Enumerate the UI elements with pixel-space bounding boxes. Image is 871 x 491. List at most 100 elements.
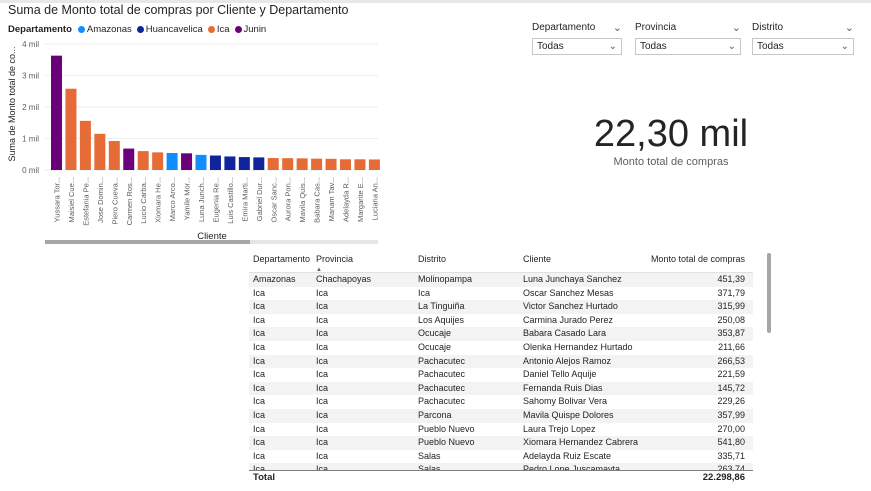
x-tick-label: Yamile Mor...	[183, 177, 192, 220]
cell-distrito: Salas	[418, 450, 441, 461]
cell-monto: 357,99	[717, 409, 745, 420]
slicer-dropdown-distrito[interactable]: Todas ⌄	[752, 38, 854, 55]
bar-4[interactable]	[94, 133, 106, 170]
cell-departamento: Ica	[253, 328, 266, 339]
table-row[interactable]: Ica Ica Parcona Mavila Quispe Dolores 357,99	[249, 408, 753, 423]
column-header-monto[interactable]: Monto total de compras	[643, 250, 745, 272]
legend-label: Junin	[243, 24, 267, 35]
cell-distrito: Ocucaje	[418, 328, 452, 339]
bar-16[interactable]	[267, 158, 279, 170]
slicer-label: Departamento	[532, 21, 596, 33]
cell-departamento: Ica	[253, 409, 266, 420]
column-header-distrito[interactable]: Distrito	[418, 250, 523, 272]
cell-cliente: Adelayda Ruiz Escate	[523, 450, 612, 461]
table-row[interactable]: Ica Ica Pachacutec Sahomy Bolivar Vera 229,2…	[249, 395, 753, 409]
legend-dot	[234, 26, 242, 33]
bar-3[interactable]	[79, 120, 91, 170]
cell-monto: 315,99	[717, 301, 745, 312]
cell-monto: 541,80	[717, 437, 745, 448]
bar-13[interactable]	[224, 156, 236, 170]
bar-14[interactable]	[238, 157, 250, 170]
cell-monto: 371,79	[717, 287, 745, 298]
bar-21[interactable]	[340, 159, 351, 170]
bar-6[interactable]	[123, 148, 135, 170]
x-tick-label: Maisiel Cue...	[67, 177, 76, 222]
cell-provincia: Chachapoyas	[316, 274, 372, 284]
table-row[interactable]: Ica Ica Los Aquijes Carmina Jurado Perez 250…	[249, 314, 753, 328]
bar-20[interactable]	[325, 158, 337, 170]
bar-7[interactable]	[137, 151, 149, 170]
bar-18[interactable]	[296, 158, 308, 170]
bar-10[interactable]	[181, 153, 193, 170]
cell-provincia: Ica	[316, 423, 329, 434]
legend-item-ica[interactable]: Ica	[207, 24, 230, 35]
cell-cliente: Antonio Alejos Ramoz	[523, 355, 612, 366]
slicer-label: Provincia	[635, 21, 677, 33]
chevron-down-icon[interactable]: ⌄	[732, 21, 741, 34]
chart-scrollbar-thumb[interactable]	[45, 240, 250, 244]
bar-23[interactable]	[368, 159, 380, 170]
cell-departamento: Ica	[253, 437, 266, 448]
x-tick-label: Eugenia Re...	[211, 177, 220, 222]
cell-departamento: Ica	[253, 355, 266, 366]
y-tick-label: 4 mil	[22, 40, 39, 49]
table-scrollbar-thumb[interactable]	[767, 253, 771, 333]
bar-2[interactable]	[65, 88, 77, 170]
table-row[interactable]: Ica Ica Pueblo Nuevo Laura Trejo Lopez 270,0…	[249, 423, 753, 437]
table-row[interactable]: Ica Ica Pachacutec Fernanda Ruis Dias 145,72	[249, 381, 753, 396]
slicer-value: Todas	[757, 41, 784, 52]
bar-15[interactable]	[253, 157, 265, 170]
slicer-header: Departamento ⌄	[532, 18, 622, 36]
bar-22[interactable]	[354, 159, 366, 170]
slicer-dropdown-departamento[interactable]: Todas ⌄	[532, 38, 622, 55]
bar-1[interactable]	[51, 55, 62, 170]
bar-19[interactable]	[311, 158, 323, 170]
table-row[interactable]: Ica Ica Ocucaje Olenka Hernandez Hurtado 211…	[249, 341, 753, 355]
cell-monto: 266,53	[717, 355, 745, 366]
kpi-label: Monto total de compras	[613, 156, 729, 168]
x-tick-label: Manam Tav...	[327, 177, 336, 221]
cell-monto: 229,26	[717, 396, 745, 407]
slicer-dropdown-provincia[interactable]: Todas ⌄	[635, 38, 741, 55]
cell-monto: 335,71	[717, 450, 745, 461]
x-tick-label: Babara Cas...	[313, 177, 322, 223]
table-row[interactable]: Ica Ica Ica Oscar Sanchez Mesas 371,79	[249, 287, 753, 301]
table-row[interactable]: Amazonas Chachapoyas Molinopampa Luna Junch…	[249, 273, 753, 287]
kpi-card: 22,30 mil Monto total de compras	[560, 112, 782, 168]
legend-item-huancavelica[interactable]: Huancavelica	[136, 24, 203, 35]
bar-12[interactable]	[209, 155, 221, 170]
legend-item-amazonas[interactable]: Amazonas	[77, 24, 132, 35]
chart-legend: Departamento Amazonas Huancavelica Ica J…	[8, 24, 271, 35]
bar-11[interactable]	[195, 154, 207, 170]
cell-monto: 211,66	[718, 341, 745, 352]
table-row[interactable]: Ica Ica Pueblo Nuevo Xiomara Hernandez Cabr…	[249, 436, 753, 450]
table-row[interactable]: Ica Ica Pachacutec Antonio Alejos Ramoz 266,…	[249, 354, 753, 369]
chevron-down-icon[interactable]: ⌄	[613, 21, 622, 34]
column-header-cliente[interactable]: Cliente	[523, 250, 643, 272]
legend-label: Amazonas	[86, 24, 132, 35]
y-tick-label: 0 mil	[22, 166, 39, 175]
table-total-row: Total 22.298,86	[249, 470, 753, 486]
cell-provincia: Ica	[316, 328, 329, 339]
bar-17[interactable]	[282, 158, 294, 170]
x-tick-label: Gabriel Dur...	[255, 177, 264, 221]
legend-item-junin[interactable]: Junin	[234, 24, 267, 35]
x-tick-label: Margarite E...	[356, 177, 365, 222]
bar-5[interactable]	[108, 141, 120, 170]
table-row[interactable]: Ica Ica Salas Adelayda Ruiz Escate 335,71	[249, 450, 753, 464]
chevron-down-icon: ⌄	[727, 41, 736, 52]
table-row[interactable]: Ica Ica La Tinguiña Victor Sanchez Hurtado 3…	[249, 300, 753, 314]
bar-8[interactable]	[152, 152, 164, 170]
chart-scrollbar[interactable]	[45, 240, 378, 244]
column-header-provincia[interactable]: Provincia	[316, 250, 418, 272]
legend-label: Huancavelica	[145, 24, 203, 35]
chevron-down-icon[interactable]: ⌄	[845, 21, 854, 34]
x-tick-label: Estefania Pe...	[81, 177, 90, 226]
column-header-departamento[interactable]: Departamento	[249, 250, 316, 272]
table-row[interactable]: Ica Ica Pachacutec Daniel Tello Aquije 221,5…	[249, 368, 753, 382]
cell-provincia: Ica	[316, 314, 329, 325]
table-row[interactable]: Ica Ica Ocucaje Babara Casado Lara 353,87	[249, 327, 753, 341]
y-tick-label: 2 mil	[22, 103, 39, 112]
cell-cliente: Oscar Sanchez Mesas	[523, 287, 614, 298]
bar-9[interactable]	[166, 152, 178, 170]
